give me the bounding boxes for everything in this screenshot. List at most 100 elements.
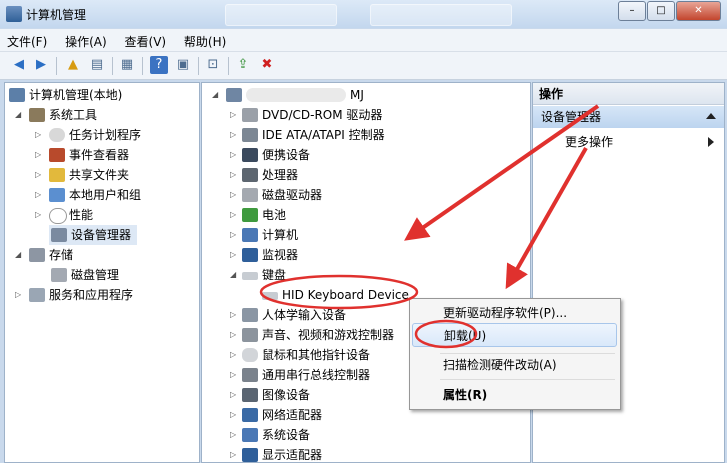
device-category-battery[interactable]: ▷ 电池 — [230, 205, 286, 225]
hid-icon — [242, 308, 258, 322]
show-hide-tree-icon[interactable]: ▤ — [88, 56, 106, 74]
help-icon[interactable]: ? — [150, 56, 168, 74]
device-category-portable[interactable]: ▷ 便携设备 — [230, 145, 310, 165]
disk-icon — [51, 268, 67, 282]
menu-help[interactable]: 帮助(H) — [177, 29, 233, 50]
device-category-network[interactable]: ▷ 网络适配器 — [230, 405, 322, 425]
device-category-usb[interactable]: ▷ 通用串行总线控制器 — [230, 365, 370, 385]
tree-shared-folders[interactable]: ▷ 共享文件夹 — [35, 165, 129, 185]
menu-scan-hardware[interactable]: 扫描检测硬件改动(A) — [412, 353, 617, 377]
expand-icon[interactable]: ▷ — [230, 305, 236, 325]
minimize-button[interactable]: – — [618, 1, 646, 21]
update-driver-icon[interactable]: ⇪ — [234, 56, 252, 74]
keyboard-icon — [242, 272, 258, 280]
expand-icon[interactable]: ▷ — [35, 185, 41, 205]
menu-properties[interactable]: 属性(R) — [412, 383, 617, 407]
expand-icon[interactable]: ▷ — [230, 145, 236, 165]
more-actions-link[interactable]: 更多操作 — [565, 133, 613, 150]
expand-icon[interactable]: ▷ — [35, 125, 41, 145]
expand-icon[interactable]: ▷ — [230, 365, 236, 385]
expand-icon[interactable]: ▷ — [35, 205, 41, 225]
tree-device-manager[interactable]: 设备管理器 — [49, 225, 137, 245]
collapse-icon[interactable]: ◢ — [230, 265, 236, 285]
tree-services[interactable]: ▷ 服务和应用程序 — [15, 285, 133, 305]
expand-icon[interactable]: ▷ — [230, 165, 236, 185]
display-adapter-icon — [242, 448, 258, 462]
chevron-right-icon — [708, 137, 714, 147]
expand-icon[interactable]: ▷ — [230, 385, 236, 405]
performance-icon — [49, 208, 67, 224]
expand-icon[interactable]: ▷ — [230, 245, 236, 265]
tree-local-users[interactable]: ▷ 本地用户和组 — [35, 185, 141, 205]
shared-folder-icon — [49, 168, 65, 182]
expand-icon[interactable]: ▷ — [230, 425, 236, 445]
tree-root[interactable]: 计算机管理(本地) — [9, 85, 122, 105]
expand-icon[interactable]: ▷ — [35, 145, 41, 165]
processor-icon — [242, 168, 258, 182]
expand-icon[interactable]: ▷ — [230, 225, 236, 245]
device-category-disk[interactable]: ▷ 磁盘驱动器 — [230, 185, 322, 205]
menu-update-driver[interactable]: 更新驱动程序软件(P)... — [412, 301, 617, 325]
dvd-drive-icon — [242, 108, 258, 122]
scan-hardware-icon[interactable]: ⊡ — [204, 56, 222, 74]
tools-icon — [29, 108, 45, 122]
expand-icon[interactable]: ▷ — [230, 185, 236, 205]
window-controls: – □ ✕ — [617, 1, 721, 21]
background-taskbar-blur — [225, 4, 337, 26]
menu-bar: 文件(F) 操作(A) 查看(V) 帮助(H) — [0, 29, 727, 52]
collapse-up-icon[interactable] — [706, 113, 716, 119]
properties-icon[interactable]: ▦ — [118, 56, 136, 74]
forward-icon[interactable]: ▶ — [32, 56, 50, 74]
device-root[interactable]: ◢ MJ — [212, 85, 364, 105]
device-category-monitor[interactable]: ▷ 监视器 — [230, 245, 298, 265]
device-category-dvd[interactable]: ▷ DVD/CD-ROM 驱动器 — [230, 105, 382, 125]
expand-icon[interactable]: ▷ — [230, 325, 236, 345]
device-category-display[interactable]: ▷ 显示适配器 — [230, 445, 322, 462]
device-category-sound[interactable]: ▷ 声音、视频和游戏控制器 — [230, 325, 394, 345]
device-category-imaging[interactable]: ▷ 图像设备 — [230, 385, 310, 405]
users-icon — [49, 188, 65, 202]
expand-icon[interactable]: ▷ — [230, 125, 236, 145]
device-category-keyboard[interactable]: ◢ 键盘 — [230, 265, 286, 285]
collapse-icon[interactable]: ◢ — [15, 245, 21, 265]
device-category-system[interactable]: ▷ 系统设备 — [230, 425, 310, 445]
menu-file[interactable]: 文件(F) — [0, 29, 54, 50]
expand-icon[interactable]: ▷ — [230, 105, 236, 125]
toolbar-separator — [142, 57, 143, 75]
tree-disk-management[interactable]: 磁盘管理 — [49, 265, 119, 285]
maximize-button[interactable]: □ — [647, 1, 675, 21]
services-icon — [29, 288, 45, 302]
uninstall-icon[interactable]: ✖ — [258, 56, 276, 74]
menu-action[interactable]: 操作(A) — [58, 29, 114, 50]
back-icon[interactable]: ◀ — [10, 56, 28, 74]
device-hid-keyboard[interactable]: HID Keyboard Device — [260, 285, 409, 305]
expand-icon[interactable]: ▷ — [230, 345, 236, 365]
close-button[interactable]: ✕ — [676, 1, 721, 21]
collapse-icon[interactable]: ◢ — [15, 105, 21, 125]
expand-icon[interactable]: ▷ — [230, 445, 236, 462]
device-category-hid[interactable]: ▷ 人体学输入设备 — [230, 305, 346, 325]
tree-system-tools[interactable]: ◢ 系统工具 — [15, 105, 97, 125]
console-tree: 计算机管理(本地) ◢ 系统工具 ▷ 任务计划程序 ▷ 事件查看器 ▷ 共享文件… — [4, 82, 200, 463]
computer-icon — [226, 88, 242, 102]
device-category-ide[interactable]: ▷ IDE ATA/ATAPI 控制器 — [230, 125, 385, 145]
menu-view[interactable]: 查看(V) — [118, 29, 174, 50]
toolbar: ◀ ▶ ▲ ▤ ▦ ? ▣ ⊡ ⇪ ✖ — [0, 52, 727, 80]
expand-icon[interactable]: ▷ — [230, 405, 236, 425]
expand-icon[interactable]: ▷ — [15, 285, 21, 305]
tree-task-scheduler[interactable]: ▷ 任务计划程序 — [35, 125, 141, 145]
tree-event-viewer[interactable]: ▷ 事件查看器 — [35, 145, 129, 165]
tree-storage[interactable]: ◢ 存储 — [15, 245, 73, 265]
expand-icon[interactable]: ▷ — [230, 205, 236, 225]
device-category-mouse[interactable]: ▷ 鼠标和其他指针设备 — [230, 345, 370, 365]
menu-uninstall[interactable]: 卸载(U) — [412, 323, 617, 347]
device-category-processor[interactable]: ▷ 处理器 — [230, 165, 298, 185]
collapse-icon[interactable]: ◢ — [212, 85, 218, 105]
portable-device-icon — [242, 148, 258, 162]
device-category-computer[interactable]: ▷ 计算机 — [230, 225, 298, 245]
expand-icon[interactable]: ▷ — [35, 165, 41, 185]
up-folder-icon[interactable]: ▲ — [64, 56, 82, 74]
tree-performance[interactable]: ▷ 性能 — [35, 205, 93, 225]
actions-selected-node[interactable]: 设备管理器 — [533, 106, 724, 128]
action-pane-icon[interactable]: ▣ — [174, 56, 192, 74]
